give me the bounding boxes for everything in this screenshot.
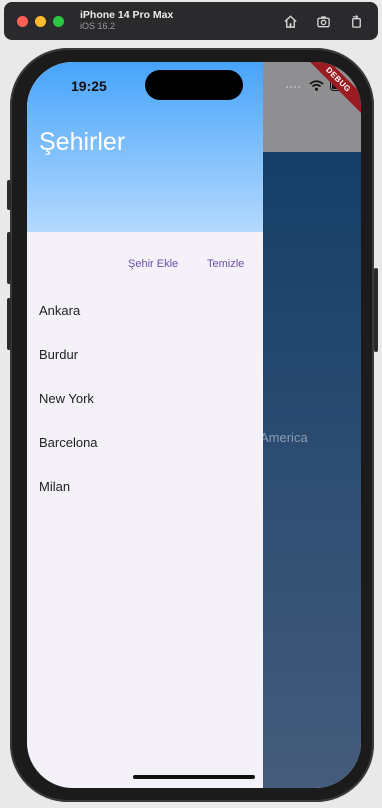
window-controls	[17, 15, 64, 27]
device-name: iPhone 14 Pro Max	[80, 8, 174, 21]
mute-switch	[7, 180, 11, 210]
screenshot-icon[interactable]	[316, 14, 331, 29]
minimize-window-button[interactable]	[35, 15, 46, 27]
drawer-actions: Şehir Ekle Temizle	[27, 258, 263, 274]
home-indicator[interactable]	[133, 775, 255, 779]
background-city-text: America	[260, 430, 308, 445]
close-window-button[interactable]	[17, 15, 28, 27]
zoom-window-button[interactable]	[53, 15, 64, 27]
add-city-button[interactable]: Şehir Ekle	[128, 258, 178, 270]
home-icon[interactable]	[283, 14, 298, 29]
status-time: 19:25	[71, 78, 107, 94]
navigation-drawer: Şehirler Şehir Ekle Temizle Ankara Burdu…	[27, 62, 263, 788]
dynamic-island	[145, 70, 243, 100]
signal-icon	[285, 81, 303, 91]
list-item-city[interactable]: Ankara	[27, 288, 263, 332]
power-button	[374, 268, 378, 352]
os-version: iOS 16.2	[80, 21, 116, 32]
phone-screen: America DEBUG Şehirler Şehir Ekle Temizl…	[27, 62, 361, 788]
drawer-title: Şehirler	[39, 128, 126, 156]
volume-up-button	[7, 232, 11, 284]
volume-down-button	[7, 298, 11, 350]
simulator-title-bar: iPhone 14 Pro Max iOS 16.2	[4, 2, 378, 40]
simulator-toolbar	[283, 14, 364, 29]
wifi-icon	[309, 80, 324, 91]
list-item-city[interactable]: Barcelona	[27, 420, 263, 464]
list-item-city[interactable]: Burdur	[27, 332, 263, 376]
list-item-city[interactable]: Milan	[27, 464, 263, 508]
clear-button[interactable]: Temizle	[207, 258, 244, 270]
city-list: Ankara Burdur New York Barcelona Milan	[27, 288, 263, 508]
simulator-titles: iPhone 14 Pro Max iOS 16.2	[80, 8, 174, 32]
list-item-city[interactable]: New York	[27, 376, 263, 420]
rotate-icon[interactable]	[349, 14, 364, 29]
